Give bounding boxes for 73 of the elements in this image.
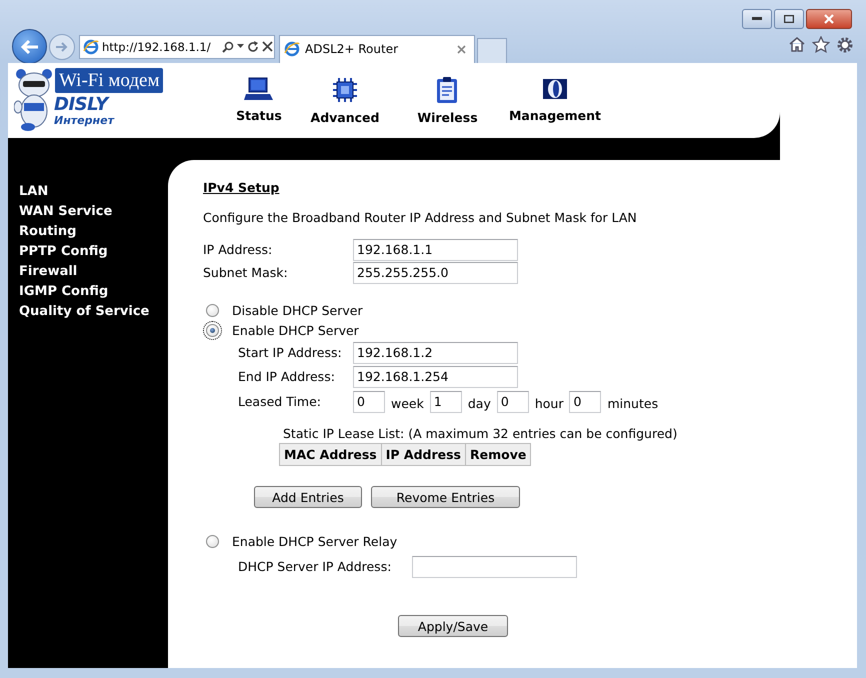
nav-tab[interactable]: Wireless bbox=[417, 76, 478, 125]
radio-button[interactable] bbox=[206, 304, 219, 316]
browser-logo-icon bbox=[83, 38, 99, 54]
url-text: http://192.168.1.1/ bbox=[102, 40, 211, 54]
field-label: End IP Address: bbox=[238, 369, 336, 384]
stop-icon[interactable] bbox=[262, 41, 273, 52]
unit-label: day bbox=[468, 395, 491, 411]
laptop-icon bbox=[244, 76, 274, 102]
address-bar[interactable]: http://192.168.1.1/ bbox=[79, 34, 275, 58]
forward-arrow-icon bbox=[55, 40, 69, 52]
page-description: Configure the Broadband Router IP Address and Subnet Mask for LAN bbox=[203, 210, 637, 226]
column-header: MAC Address bbox=[280, 444, 382, 466]
apply-button[interactable]: Apply/Save bbox=[398, 615, 508, 637]
radio-button[interactable] bbox=[206, 534, 219, 548]
field-label: Start IP Address: bbox=[238, 345, 343, 360]
input-field[interactable]: 192.168.1.254 bbox=[353, 366, 518, 388]
field-label: IP Address: bbox=[203, 242, 274, 257]
close-tab-icon[interactable] bbox=[457, 44, 466, 54]
sidebar-link[interactable]: Firewall bbox=[19, 262, 78, 282]
sidebar-link[interactable]: Quality of Service bbox=[19, 302, 150, 322]
input-field[interactable]: 192.168.1.2 bbox=[353, 342, 518, 364]
input-field[interactable]: 255.255.255.0 bbox=[353, 262, 518, 284]
remove-button[interactable]: Revome Entries bbox=[371, 486, 520, 508]
sidebar-link[interactable]: PPTP Config bbox=[19, 242, 108, 262]
unit-label: week bbox=[391, 395, 424, 411]
radio-label: Enable DHCP Server Relay bbox=[232, 534, 398, 548]
browser-logo-icon bbox=[284, 41, 300, 57]
field-label: Leased Time: bbox=[238, 394, 322, 409]
sidebar-link[interactable]: LAN bbox=[19, 182, 48, 202]
add-button[interactable]: Add Entries bbox=[254, 486, 362, 508]
close-button[interactable] bbox=[806, 9, 852, 29]
dropdown-icon[interactable] bbox=[236, 44, 244, 49]
input-field[interactable]: 192.168.1.1 bbox=[353, 238, 518, 260]
clipboard-icon bbox=[435, 76, 460, 104]
brand-subtitle: Интернет bbox=[54, 114, 114, 127]
radio-label: Disable DHCP Server bbox=[232, 302, 363, 318]
field-label: Subnet Mask: bbox=[203, 265, 289, 280]
input-field[interactable]: 0 bbox=[496, 390, 529, 412]
unit-label: minutes bbox=[607, 395, 658, 411]
field-label: DHCP Server IP Address: bbox=[238, 559, 392, 574]
back-button[interactable] bbox=[12, 29, 47, 64]
home-icon[interactable] bbox=[788, 36, 806, 52]
column-header: Remove bbox=[466, 444, 531, 466]
minimize-icon bbox=[752, 17, 762, 21]
nav-tab[interactable]: Advanced bbox=[310, 76, 380, 125]
nav-tab[interactable]: Management bbox=[508, 76, 601, 125]
input-field[interactable] bbox=[412, 556, 577, 578]
star-icon[interactable] bbox=[812, 36, 830, 53]
sidebar-link[interactable]: WAN Service bbox=[19, 202, 112, 222]
radio-label: Enable DHCP Server bbox=[232, 322, 359, 338]
sidebar-link[interactable]: IGMP Config bbox=[19, 282, 108, 302]
logo-badge: Wi-Fi модем bbox=[55, 68, 164, 93]
radio-button[interactable] bbox=[206, 324, 219, 336]
browser-tab[interactable]: ADSL2+ Router bbox=[279, 34, 475, 62]
back-arrow-icon bbox=[20, 38, 40, 54]
input-field[interactable]: 0 bbox=[569, 390, 602, 412]
maximize-icon bbox=[784, 15, 794, 23]
table-caption: Static IP Lease List: (A maximum 32 entries can be configured) bbox=[283, 425, 678, 443]
search-icon[interactable] bbox=[222, 40, 234, 52]
nav-tab[interactable]: Status bbox=[236, 76, 282, 125]
brand-name: DISLY bbox=[54, 96, 108, 114]
column-header: IP Address bbox=[381, 444, 466, 466]
maximize-button[interactable] bbox=[774, 9, 804, 29]
close-icon bbox=[824, 14, 834, 24]
unit-label: hour bbox=[534, 395, 564, 411]
page-heading: IPv4 Setup bbox=[203, 180, 280, 196]
input-field[interactable]: 0 bbox=[353, 390, 385, 412]
sidebar-link[interactable]: Routing bbox=[19, 222, 76, 242]
minimize-button[interactable] bbox=[742, 9, 772, 29]
refresh-icon[interactable] bbox=[246, 40, 259, 52]
chip-icon bbox=[330, 76, 359, 104]
input-field[interactable]: 1 bbox=[430, 390, 462, 412]
settings-icon[interactable] bbox=[836, 36, 854, 54]
